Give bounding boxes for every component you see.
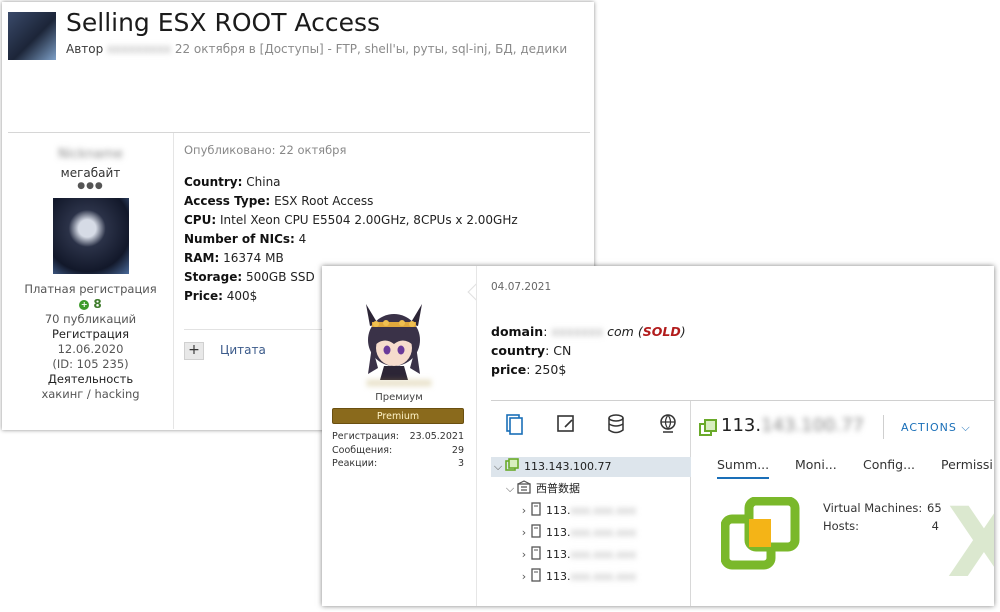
post2-fields: domain: xxxxxxx com (SOLD) country: CN p… [491,322,686,379]
object-pane: 113.143.100.77 ACTIONS ⌵ Summ... Moni...… [691,401,994,606]
user-avatar[interactable] [52,198,129,274]
host-icon [531,546,541,560]
thread-title: Selling ESX ROOT Access [66,8,381,37]
user-id: (ID: 105 235) [52,357,129,371]
anime-avatar[interactable] [356,300,432,380]
reputation-value: 8 [93,297,102,311]
stat-registration: Регистрация: 23.05.2021 [332,431,464,442]
post2-user-role: Премиум [375,392,423,403]
tree-item-vcenter[interactable]: ⌵ 113.143.100.77 [491,457,691,477]
chevron-right-icon[interactable]: › [517,501,531,521]
chevron-right-icon[interactable]: › [517,523,531,543]
hosts-clusters-icon[interactable] [503,413,525,435]
vcenter-icon [505,458,519,471]
stat-virtual-machines: Virtual Machines: 65 [823,501,942,515]
vcenter-icon [699,419,717,436]
post2-user-sidebar: xxxxxxxxxx Премиум Premium Регистрация: 2… [322,266,476,606]
tab-summary[interactable]: Summ... [717,457,770,479]
stat-hosts: Hosts: 4 [823,519,939,533]
activity-label: Деятельность [47,372,134,386]
tree-item-host-3[interactable]: › 113.xxx.xxx.xxx [491,545,691,565]
datacenter-icon [517,480,531,494]
actions-menu[interactable]: ACTIONS ⌵ [901,421,971,435]
premium-badge: Premium [332,408,464,424]
registration-label: Регистрация [51,327,130,341]
host-icon [531,568,541,582]
field-domain: domain: xxxxxxx com (SOLD) [491,324,686,339]
stat-reactions: Реакции: 3 [332,458,464,469]
spec-nics: Number of NICs: 4 [184,232,307,246]
thread-meta-info: 22 октября в [Доступы] - FTP, shell'ы, р… [174,42,568,56]
post2-user-stats: Регистрация: 23.05.2021 Сообщения: 29 Реак… [332,430,464,471]
user-rank: мегабайт [60,166,121,180]
host-icon [531,524,541,538]
field-price: price: 250$ [491,362,567,377]
host-icon [531,502,541,516]
chevron-right-icon[interactable]: › [517,545,531,565]
author-name[interactable]: xxxxxxxxx [107,42,171,56]
quote-button[interactable]: Цитата [220,343,266,357]
reputation: + 8 [8,297,173,312]
chevron-down-icon: ⌵ [961,421,971,434]
tab-monitor[interactable]: Moni... [795,457,837,472]
stat-messages: Сообщения: 29 [332,444,464,456]
storage-icon[interactable] [605,413,627,435]
post-user-sidebar: Nickname мегабайт ●●● Платная регистраци… [8,133,174,429]
second-post-panel: xxxxxxxxxx Премиум Premium Регистрация: 2… [322,266,994,606]
domain-blurred: xxxxxxx [551,324,604,339]
post2-username[interactable]: xxxxxxxxxx [352,376,446,389]
vsphere-logo-icon [721,497,800,570]
vms-templates-icon[interactable] [555,413,577,435]
spec-country: Country: China [184,175,281,189]
multiquote-plus-button[interactable]: + [184,342,204,360]
field-country: country: CN [491,343,572,358]
vsphere-client: ⌵ 113.143.100.77 ⌵ 西普数据 › 113.xxx.xxx.xxx ›… [491,400,994,606]
tree-item-datacenter[interactable]: ⌵ 西普数据 [491,479,691,499]
watermark-x: X [947,487,994,599]
tab-configure[interactable]: Config... [863,457,915,472]
spec-access-type: Access Type: ESX Root Access [184,194,374,208]
thread-author-avatar[interactable] [8,12,56,60]
thread-meta: Автор xxxxxxxxx 22 октября в [Доступы] -… [66,42,567,56]
tab-permissions[interactable]: Permissi [941,457,993,472]
post-published-date: Опубликовано: 22 октября [184,143,347,157]
registration-type: Платная регистрация [24,282,157,296]
post2-date[interactable]: 04.07.2021 [491,281,551,293]
sold-label: SOLD [642,324,681,339]
publications-count[interactable]: 70 публикаций [8,312,173,327]
chevron-down-icon[interactable]: ⌵ [503,479,517,499]
tree-item-host-2[interactable]: › 113.xxx.xxx.xxx [491,523,691,543]
tree-item-host-4[interactable]: › 113.xxx.xxx.xxx [491,567,691,587]
tree-item-host-1[interactable]: › 113.xxx.xxx.xxx [491,501,691,521]
author-label: Автор [66,42,104,56]
activity-value: хакинг / hacking [41,387,140,401]
chevron-down-icon[interactable]: ⌵ [491,457,505,477]
spec-cpu: CPU: Intel Xeon CPU E5504 2.00GHz, 8CPUs… [184,213,518,227]
post-username[interactable]: Nickname [8,147,173,162]
rank-dots: ●●● [77,181,104,191]
inventory-tabs [491,401,691,441]
registration-date: 12.06.2020 [57,342,124,356]
reputation-plus-icon: + [79,300,90,310]
networking-icon[interactable] [657,413,679,435]
object-title: 113.143.100.77 [721,415,865,436]
chevron-right-icon[interactable]: › [517,567,531,587]
inventory-pane: ⌵ 113.143.100.77 ⌵ 西普数据 › 113.xxx.xxx.xxx ›… [491,401,691,606]
title-divider [883,415,884,439]
post2-body: 04.07.2021 domain: xxxxxxx com (SOLD) co… [476,266,994,606]
object-subtabs: Summ... Moni... Config... Permissi [717,457,994,483]
